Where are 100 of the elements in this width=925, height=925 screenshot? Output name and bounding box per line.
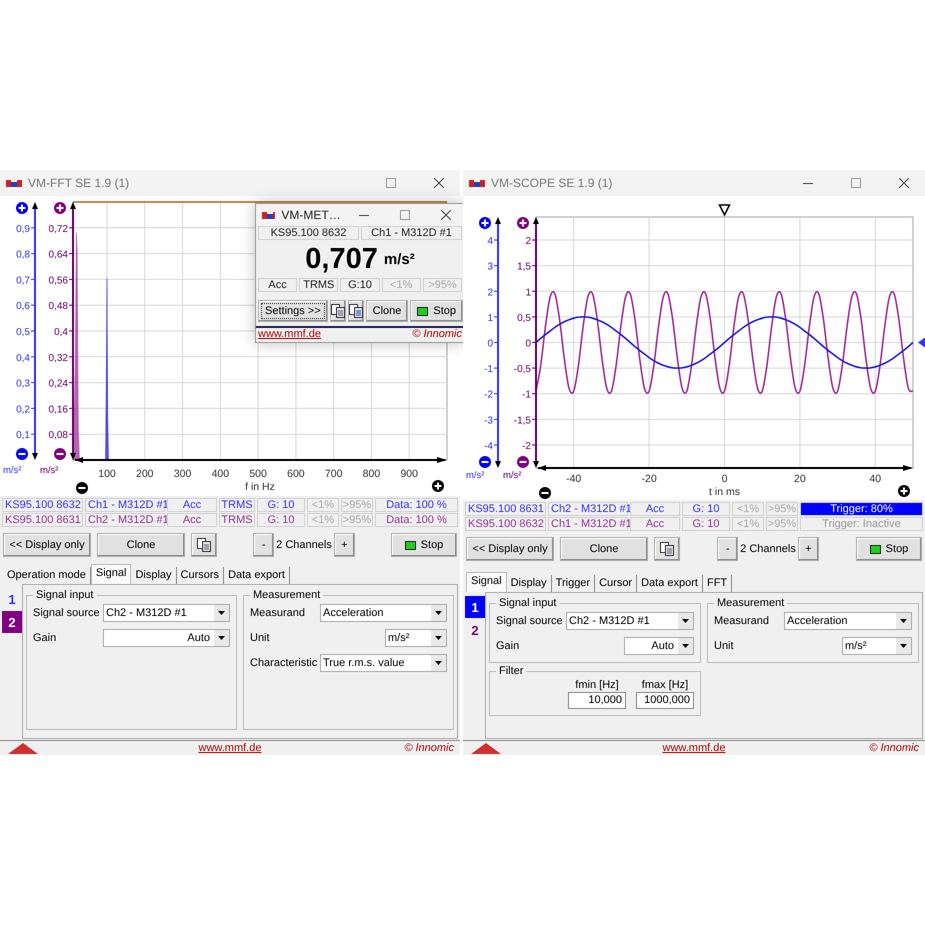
- tick-label: 1,5: [517, 262, 531, 273]
- field-label: Measurand: [250, 607, 306, 619]
- range-indicator: >95%: [341, 498, 373, 512]
- tick-label: -1,5: [514, 415, 531, 426]
- tick-label: 0,5: [517, 312, 531, 324]
- measurand-cell: Acc: [630, 502, 680, 516]
- tick-label: 0,8: [16, 250, 30, 261]
- tick-label: 0: [487, 338, 493, 350]
- status-cell: Data: 100 %: [375, 513, 458, 527]
- axis-title: f in Hz: [245, 481, 275, 493]
- serial-number: KS95.100 8631: [2, 513, 83, 527]
- field-label: Signal source: [33, 607, 101, 619]
- channel-name: Ch1 - M312D #1: [548, 517, 628, 531]
- tick-label: -2: [522, 440, 531, 452]
- axis-unit: m/s²: [466, 470, 484, 481]
- axis-unit: m/s²: [3, 465, 22, 476]
- tick-label: 2: [525, 236, 531, 248]
- tick-label: 300: [174, 468, 192, 480]
- tick-label: 0: [525, 338, 531, 350]
- serial-number: KS95.100 8631: [465, 502, 546, 516]
- axis-unit: m/s²: [40, 465, 58, 476]
- tick-label: 0,64: [48, 250, 68, 261]
- range-indicator: <1%: [382, 278, 421, 292]
- group-title: Measurement: [252, 589, 322, 601]
- channel-name: Ch2 - M312D #1: [548, 502, 628, 516]
- range-indicator: <1%: [732, 502, 764, 516]
- info-cell: TRMS: [299, 278, 338, 292]
- measured-value: 0,707: [305, 242, 378, 276]
- range-indicator: >95%: [766, 517, 798, 531]
- axis-unit: m/s²: [503, 470, 522, 481]
- info-cell: Acc: [258, 278, 298, 292]
- gain-cell: G: 10: [682, 517, 730, 531]
- tick-label: -1: [484, 364, 493, 376]
- channel-name: Ch2 - M312D #1: [85, 513, 165, 527]
- status-cell: Trigger: 80%: [800, 502, 923, 516]
- characteristic-cell: TRMS: [219, 498, 255, 512]
- channel-name: Ch1 - M312D #1: [361, 226, 462, 240]
- tick-label: 600: [287, 468, 305, 480]
- window-title: VM-SCOPE SE 1.9 (1): [491, 176, 614, 190]
- tick-label: -3: [484, 415, 493, 426]
- tick-label: 800: [362, 468, 380, 480]
- tick-label: 0,24: [48, 378, 68, 390]
- gain-cell: G: 10: [257, 498, 305, 512]
- serial-number: KS95.100 8632: [258, 226, 359, 240]
- group-title: Signal input: [35, 589, 94, 601]
- tick-label: 0: [722, 473, 728, 485]
- serial-number: KS95.100 8632: [465, 517, 546, 531]
- field-label: Unit: [250, 632, 271, 644]
- group-title: Filter: [498, 665, 524, 677]
- field-label: Signal source: [496, 615, 564, 627]
- status-cell: Data: 100 %: [375, 498, 458, 512]
- tick-label: 0,3: [16, 378, 30, 390]
- window-title: VM-FFT SE 1.9 (1): [28, 176, 130, 190]
- tick-label: 500: [249, 468, 267, 480]
- tick-label: 0,16: [48, 404, 68, 416]
- tick-label: 400: [212, 468, 230, 480]
- tick-label: -0,5: [514, 364, 531, 376]
- copyright-text: © Innomic: [412, 328, 462, 342]
- tick-label: 0,7: [16, 275, 30, 286]
- tick-label: 3: [487, 262, 493, 273]
- tick-label: 0,6: [16, 301, 30, 312]
- window-title: VM-MET…: [281, 208, 341, 222]
- field-label: Gain: [496, 640, 520, 652]
- serial-number: KS95.100 8632: [2, 498, 83, 512]
- tick-label: 20: [794, 473, 806, 485]
- tick-label: 0,1: [16, 430, 30, 442]
- tick-label: 4: [487, 236, 493, 248]
- range-indicator: >95%: [766, 502, 798, 516]
- gain-cell: G: 10: [257, 513, 305, 527]
- group-title: Signal input: [498, 597, 558, 609]
- tick-label: -40: [566, 473, 582, 485]
- tick-label: 2: [487, 287, 493, 298]
- tick-label: -1: [522, 390, 531, 401]
- range-indicator: >95%: [422, 278, 462, 292]
- status-cell: Trigger: Inactive: [800, 517, 923, 531]
- channel-name: Ch1 - M312D #1: [85, 498, 165, 512]
- value-unit: m/s²: [384, 250, 415, 268]
- gain-cell: G: 10: [682, 502, 730, 516]
- range-indicator: <1%: [307, 498, 339, 512]
- copyright-text: © Innomic: [869, 742, 919, 754]
- field-label: fmin [Hz]: [575, 679, 619, 691]
- field-label: Measurand: [714, 615, 770, 627]
- measurand-cell: Acc: [167, 513, 217, 527]
- tick-label: -4: [484, 440, 493, 452]
- field-label: Characteristic: [250, 657, 318, 669]
- characteristic-cell: TRMS: [219, 513, 255, 527]
- range-indicator: <1%: [732, 517, 764, 531]
- tick-label: 0,72: [48, 224, 68, 235]
- range-indicator: <1%: [307, 513, 339, 527]
- field-label: fmax [Hz]: [642, 679, 688, 691]
- tick-label: 0,56: [48, 275, 68, 286]
- tick-label: 0,48: [48, 301, 68, 312]
- tick-label: 0,2: [16, 404, 30, 416]
- tick-label: 0,4: [16, 352, 30, 364]
- tick-label: 1: [487, 312, 493, 324]
- tick-label: -20: [642, 473, 657, 485]
- tick-label: 100: [98, 468, 116, 480]
- field-label: Unit: [714, 640, 735, 652]
- tick-label: 0,08: [48, 430, 68, 442]
- tick-label: 900: [400, 468, 418, 480]
